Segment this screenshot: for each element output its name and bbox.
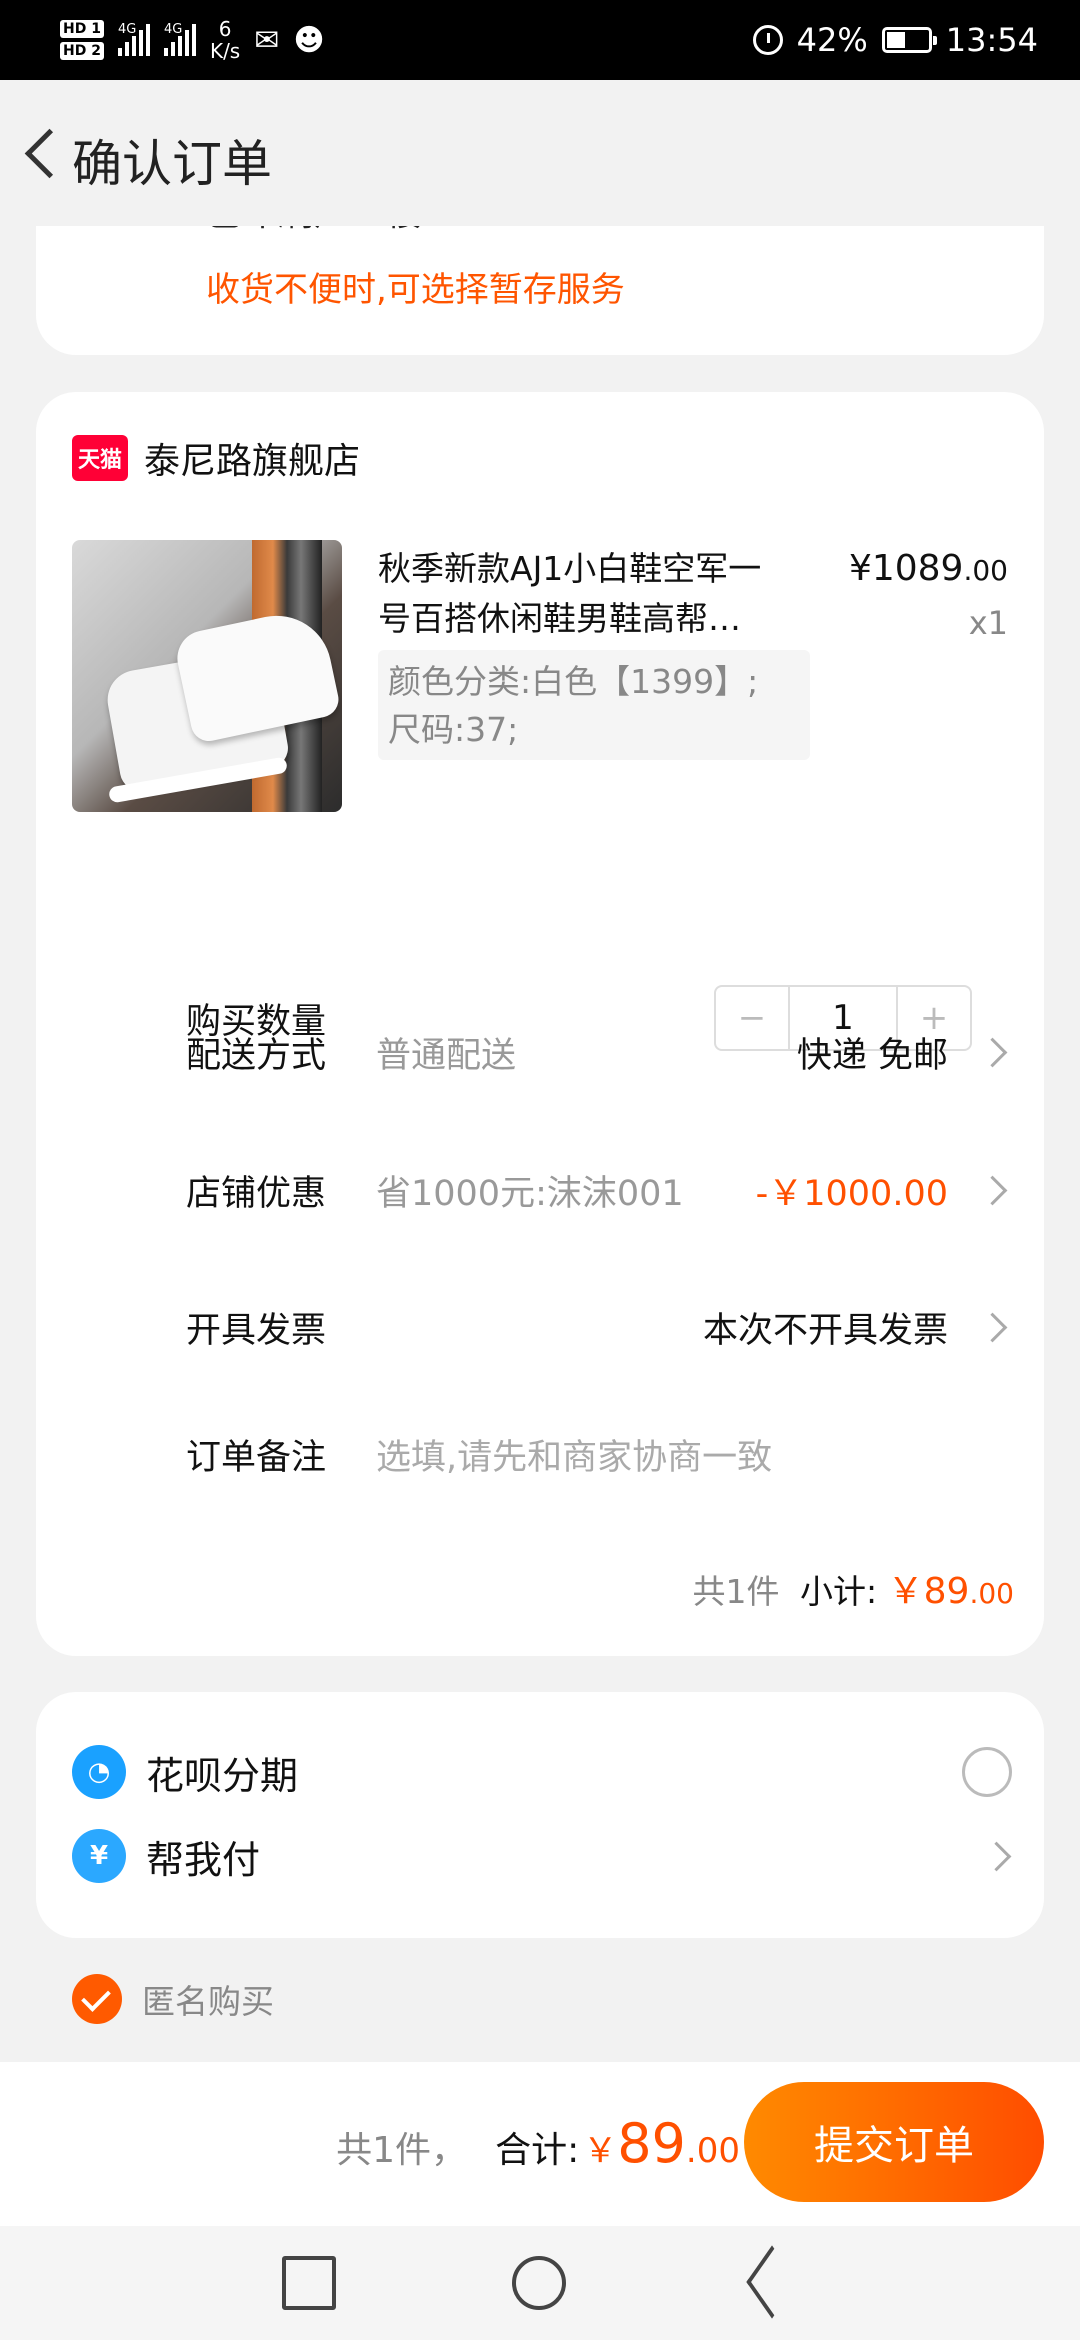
- chevron-right-icon: [978, 1170, 1008, 1210]
- anonymous-purchase[interactable]: 匿名购买: [72, 1974, 274, 2024]
- delivery-value: 快递 免邮: [796, 1035, 948, 1076]
- subtotal-amount: ￥89: [887, 1571, 970, 1612]
- page-title-overlay: 确认订单: [72, 135, 272, 193]
- hd1-label: HD 1: [60, 20, 104, 38]
- hd-indicator: HD 1 HD 2: [60, 20, 104, 60]
- tmall-icon: 天猫: [72, 435, 128, 481]
- delivery-label: 配送方式: [186, 1035, 327, 1076]
- chevron-right-icon: [978, 1307, 1008, 1347]
- order-total: 共1件， 合计: ￥ 89 .00: [336, 2112, 740, 2175]
- back-nav-icon[interactable]: [744, 2256, 798, 2310]
- clock: 13:54: [945, 21, 1038, 59]
- bottom-bar: 共1件， 合计: ￥ 89 .00 提交订单: [0, 2062, 1080, 2226]
- speed-unit: K/s: [209, 39, 241, 63]
- quantity-row: [186, 578, 1008, 658]
- discount-detail: 省1000元:沫沫001: [376, 1173, 684, 1214]
- shop-name: 泰尼路旗舰店: [144, 441, 361, 482]
- system-nav-bar: [0, 2226, 1080, 2340]
- note-label: 订单备注: [186, 1437, 327, 1478]
- discount-value: -￥1000.00: [755, 1173, 948, 1214]
- storage-service-hint[interactable]: 收货不便时,可选择暂存服务: [206, 262, 625, 311]
- payment-card: ◔ 花呗分期 ¥ 帮我付: [36, 1692, 1044, 1938]
- invoice-value: 本次不开具发票: [702, 1310, 948, 1351]
- help-pay-row[interactable]: ¥ 帮我付: [72, 1816, 1012, 1896]
- huabei-label: 花呗分期: [146, 1753, 299, 1798]
- alarm-icon: [752, 25, 783, 55]
- huabei-row[interactable]: ◔ 花呗分期: [72, 1732, 1012, 1812]
- subtotal-label: 小计:: [800, 1572, 878, 1611]
- network-type-2: 4G: [163, 22, 183, 37]
- note-input[interactable]: 选填,请先和商家协商一致: [376, 1429, 1008, 1480]
- total-amount: 89: [617, 2112, 686, 2175]
- total-currency: ￥: [583, 2131, 618, 2171]
- shop-header[interactable]: 天猫 泰尼路旗舰店: [72, 432, 360, 484]
- total-count: 共1件，: [336, 2130, 468, 2171]
- anonymous-label: 匿名购买: [142, 1982, 274, 2021]
- subtotal-count: 共1件: [692, 1572, 780, 1611]
- help-pay-label: 帮我付: [146, 1837, 261, 1882]
- home-icon[interactable]: [512, 2256, 566, 2310]
- battery-percent: 42%: [796, 21, 868, 59]
- submit-order-button[interactable]: 提交订单: [744, 2082, 1044, 2202]
- check-icon[interactable]: [72, 1974, 122, 2024]
- signal-icon: 4G: [117, 22, 150, 56]
- subtotal: 共1件 小计: ￥89.00: [693, 1562, 1014, 1614]
- back-button[interactable]: [10, 120, 70, 190]
- address-card[interactable]: 巴印刷厂二楼 收货不便时,可选择暂存服务: [36, 210, 1044, 355]
- speed-value: 6: [218, 17, 232, 41]
- delivery-row[interactable]: 配送方式 普通配送 快递 免邮: [186, 1012, 1008, 1092]
- huabei-icon: ◔: [72, 1745, 126, 1799]
- huabei-radio[interactable]: [962, 1747, 1012, 1797]
- wechat-icon: ✉: [254, 22, 280, 58]
- network-speed: 6 K/s: [210, 18, 240, 62]
- status-bar: HD 1 HD 2 4G 4G 6 K/s ✉ ☻ 42% 13:54: [0, 0, 1080, 80]
- network-type-1: 4G: [117, 22, 137, 37]
- battery-icon: [881, 27, 937, 53]
- signal-icon-2: 4G: [163, 22, 196, 56]
- qq-icon: ☻: [293, 22, 325, 58]
- invoice-row[interactable]: 开具发票 本次不开具发票: [186, 1287, 1008, 1367]
- discount-label: 店铺优惠: [186, 1173, 327, 1214]
- recent-apps-icon[interactable]: [282, 2256, 336, 2310]
- total-label: 合计:: [495, 2130, 580, 2171]
- delivery-method: 普通配送: [376, 1035, 517, 1076]
- note-row[interactable]: 订单备注 选填,请先和商家协商一致: [186, 1414, 1008, 1494]
- chevron-right-icon: [978, 1032, 1008, 1072]
- chevron-right-icon: [982, 1836, 1012, 1876]
- subtotal-decimal: .00: [969, 1577, 1014, 1610]
- discount-row[interactable]: 店铺优惠 省1000元:沫沫001 -￥1000.00: [186, 1150, 1008, 1230]
- hd2-label: HD 2: [60, 42, 104, 60]
- total-decimal: .00: [685, 2131, 740, 2171]
- invoice-label: 开具发票: [186, 1310, 327, 1351]
- yen-icon: ¥: [72, 1829, 126, 1883]
